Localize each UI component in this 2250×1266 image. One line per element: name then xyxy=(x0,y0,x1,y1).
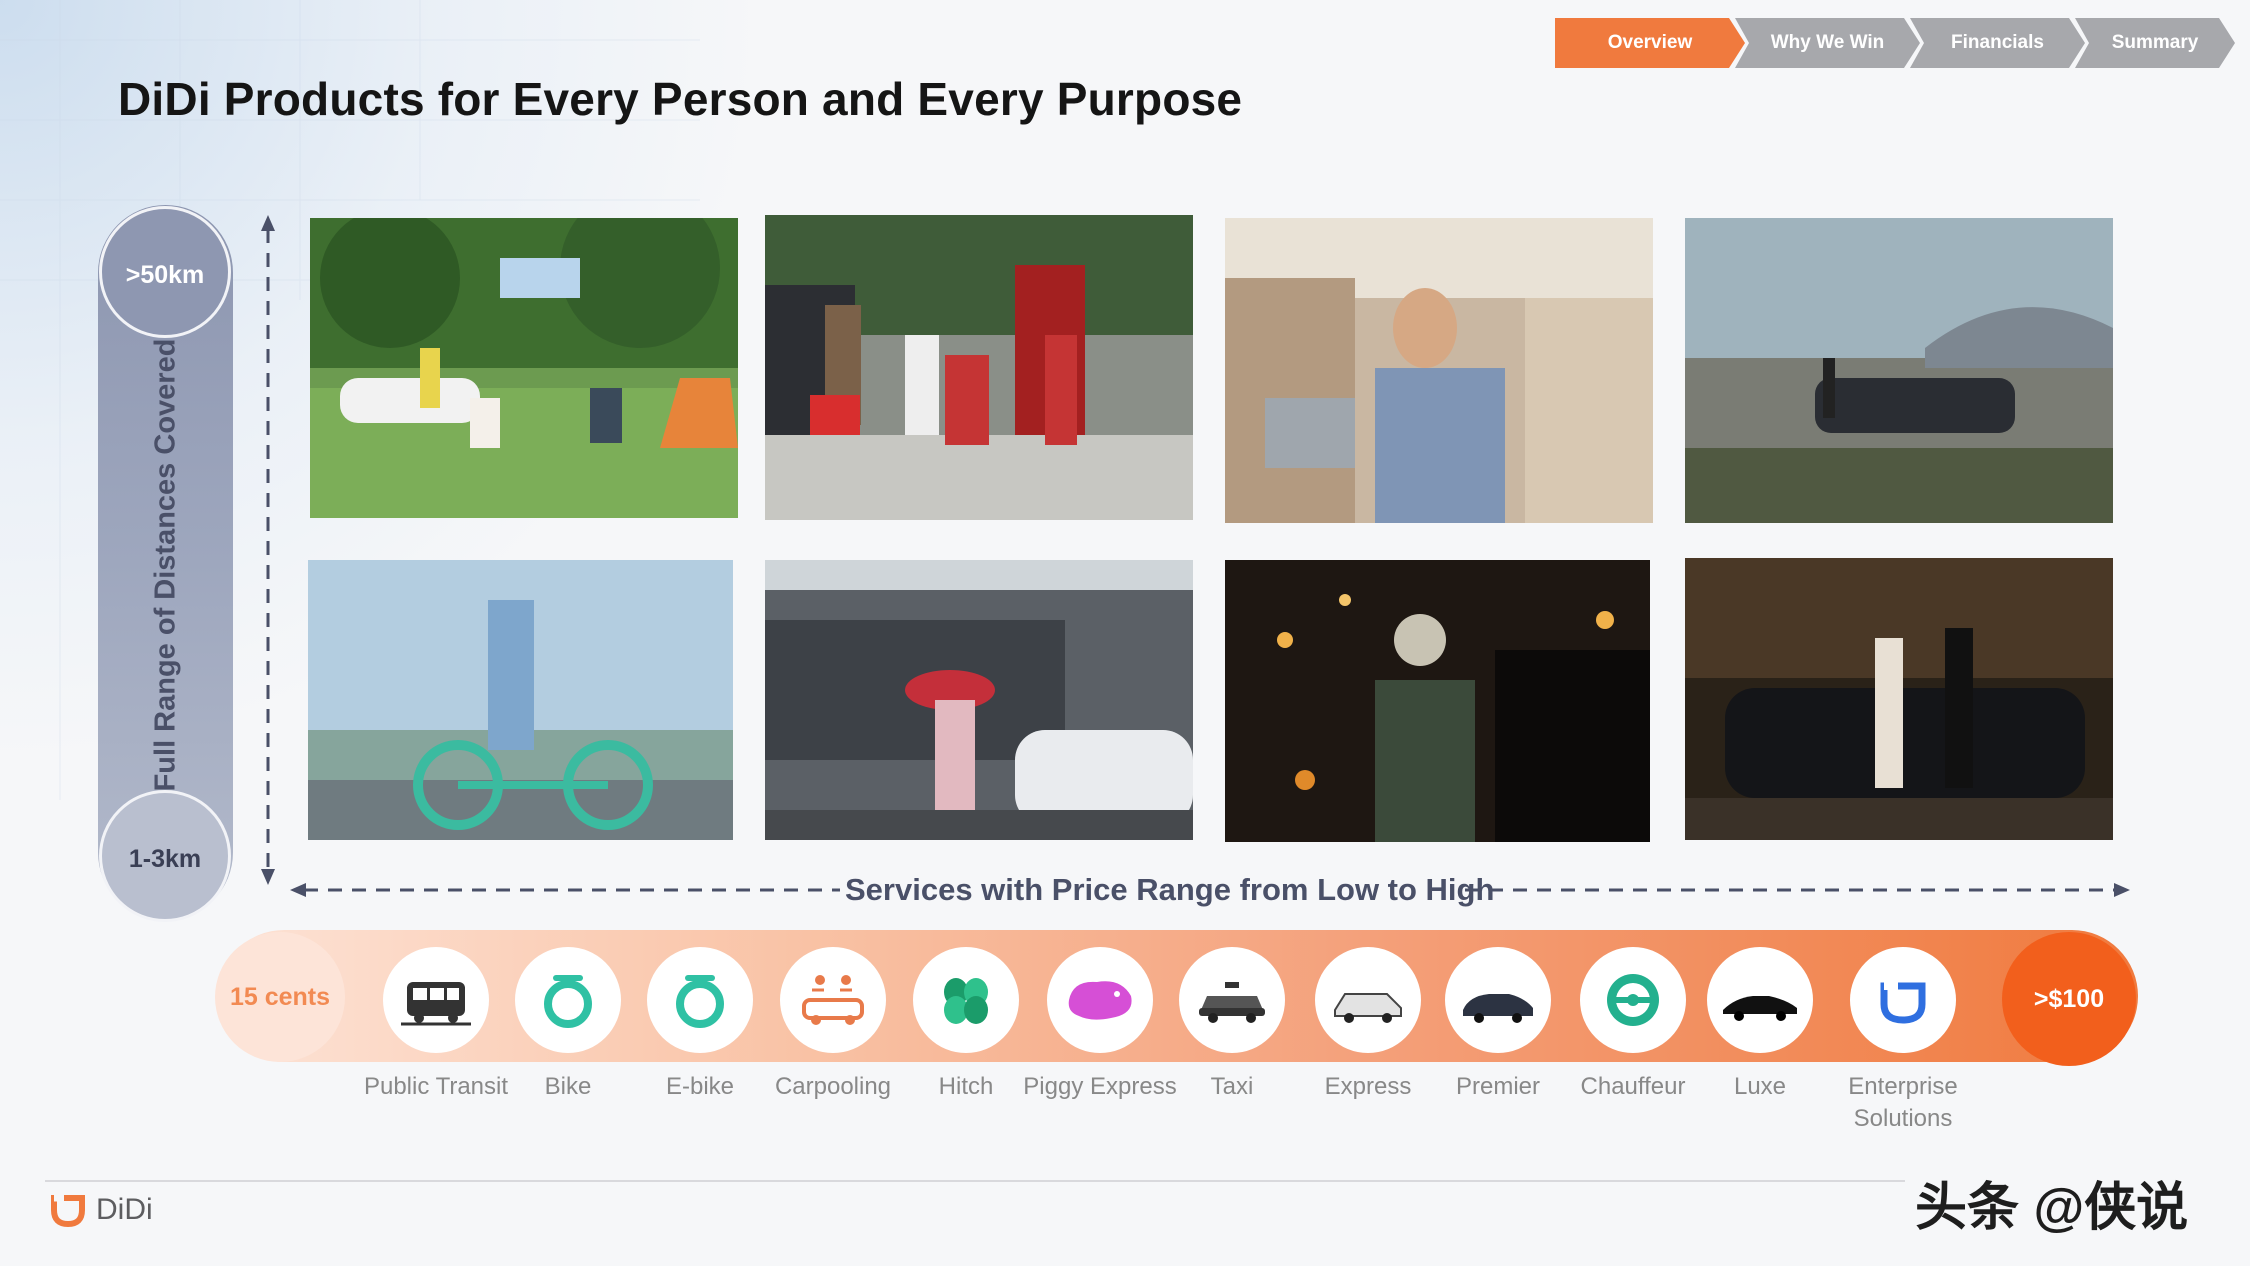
distance-min-badge: 1-3km xyxy=(99,790,231,922)
photo-family-new-year xyxy=(765,215,1193,520)
distance-max-badge: >50km xyxy=(99,206,231,338)
didi-enterprise-icon xyxy=(1850,947,1956,1053)
footer-divider xyxy=(45,1180,1905,1182)
photo-airport-sedan xyxy=(1685,218,2113,523)
bus-icon xyxy=(383,947,489,1053)
taxi-icon xyxy=(1179,947,1285,1053)
service-label: Enterprise Solutions xyxy=(1848,1073,1958,1132)
didi-logo-icon xyxy=(51,1194,85,1228)
carpool-icon xyxy=(780,947,886,1053)
didi-logo: DiDi xyxy=(48,1192,153,1228)
distance-axis-label: Full Range of Distances Covered xyxy=(149,338,182,792)
tab-why-we-win[interactable]: Why We Win xyxy=(1735,18,1920,68)
photo-business-rider xyxy=(1225,218,1653,523)
piggy-icon xyxy=(1047,947,1153,1053)
hitch-icon xyxy=(913,947,1019,1053)
tab-financials[interactable]: Financials xyxy=(1910,18,2085,68)
tab-summary[interactable]: Summary xyxy=(2075,18,2235,68)
luxe-car-icon xyxy=(1707,947,1813,1053)
tab-overview[interactable]: Overview xyxy=(1555,18,1745,68)
watermark: 头条 @侠说 xyxy=(1915,1179,2189,1237)
price-low-badge: 15 cents xyxy=(215,932,345,1062)
photo-chauffeur-night xyxy=(1225,560,1650,842)
distance-arrow xyxy=(261,215,275,885)
service-enterprise-solutions[interactable]: Enterprise Solutions xyxy=(1823,947,1983,1135)
price-high-badge: >$100 xyxy=(2002,932,2136,1066)
steering-wheel-icon xyxy=(1580,947,1686,1053)
page-title: DiDi Products for Every Person and Every… xyxy=(118,73,1243,125)
photo-bike-rider xyxy=(308,560,733,840)
express-car-icon xyxy=(1315,947,1421,1053)
bike-icon xyxy=(515,947,621,1053)
photo-couple-umbrella xyxy=(765,560,1193,840)
photo-luxe-arrival xyxy=(1685,558,2113,840)
price-axis-caption: Services with Price Range from Low to Hi… xyxy=(845,872,1495,907)
service-label: Luxe xyxy=(1733,1073,1787,1100)
service-luxe[interactable]: Luxe xyxy=(1680,947,1840,1103)
premier-car-icon xyxy=(1445,947,1551,1053)
photo-picnic xyxy=(310,218,738,518)
didi-logo-text: DiDi xyxy=(96,1193,153,1226)
ebike-icon xyxy=(647,947,753,1053)
section-nav: Overview Why We Win Financials Summary xyxy=(1555,18,2225,68)
